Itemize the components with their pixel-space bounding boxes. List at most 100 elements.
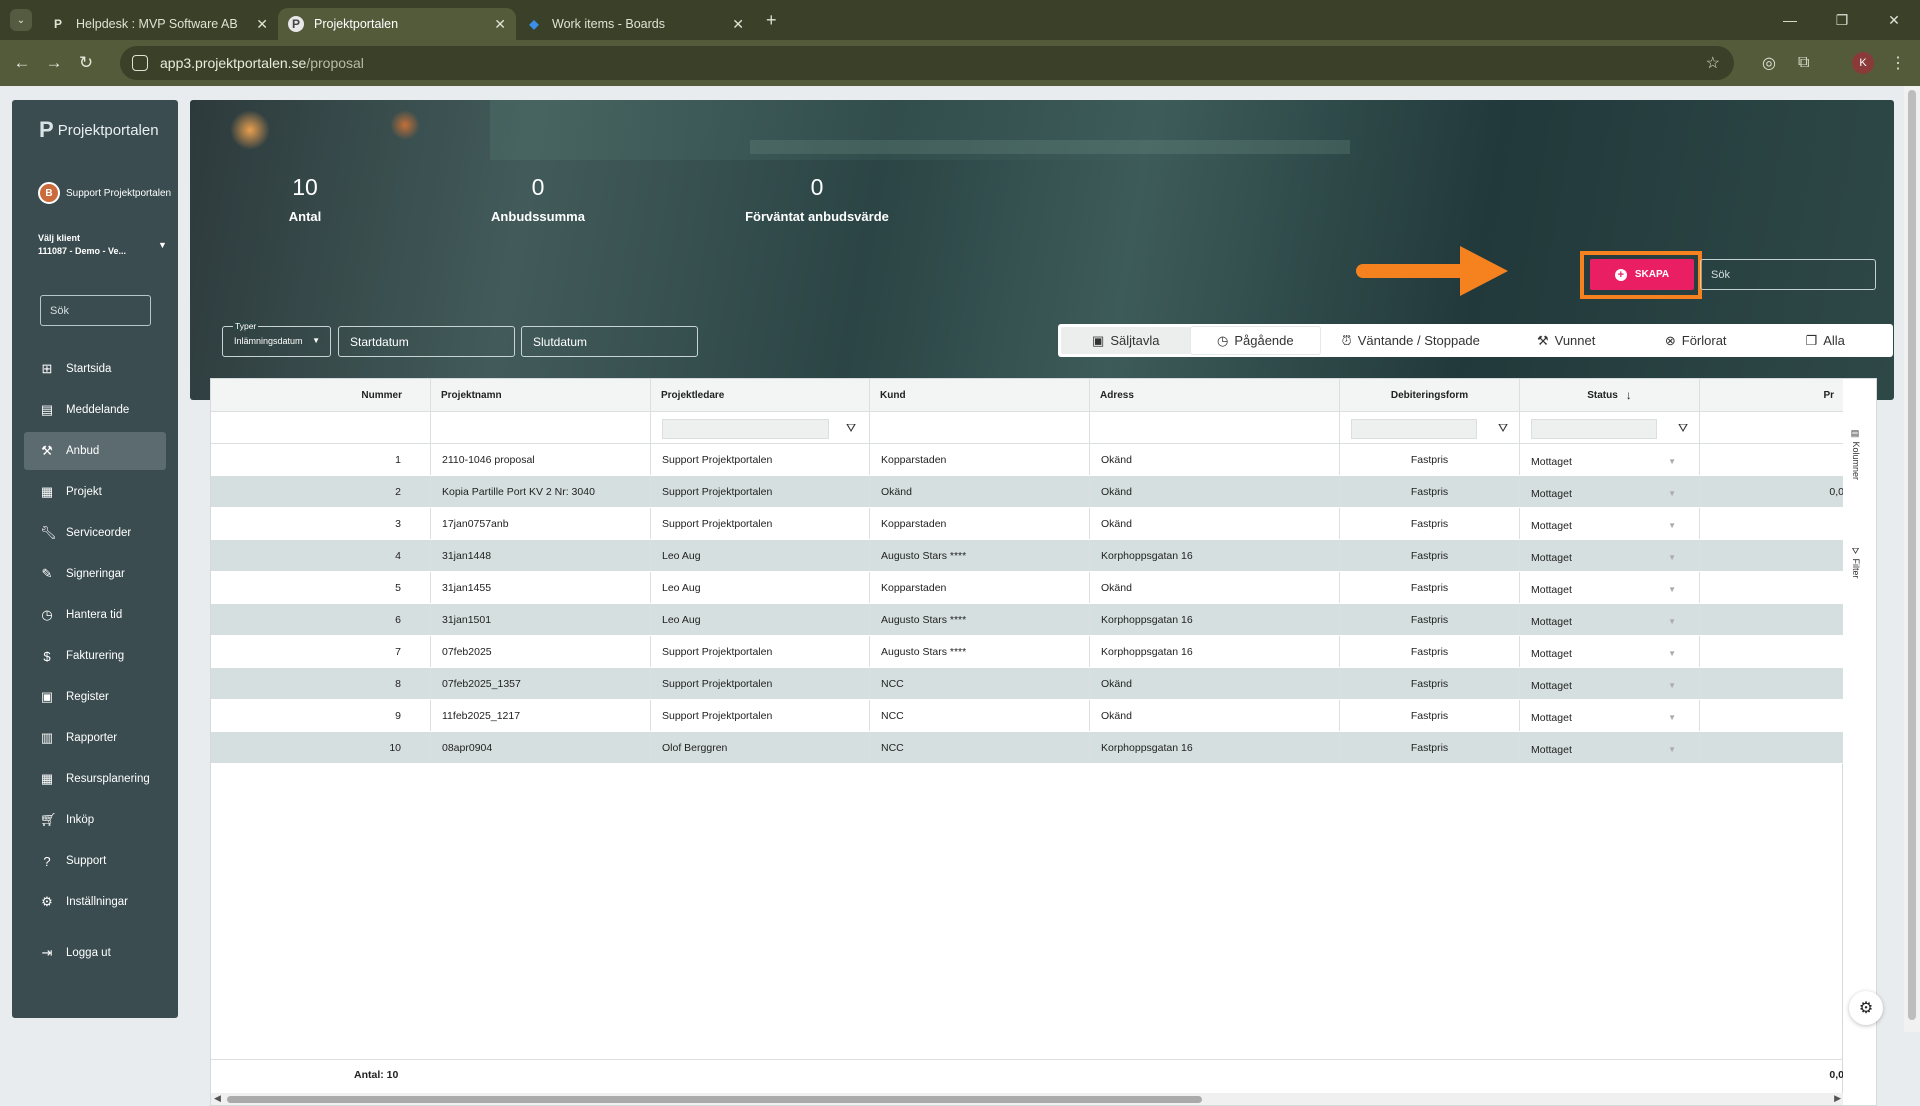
address-bar[interactable]: app3.projektportalen.se/proposal ☆ — [120, 46, 1734, 80]
scroll-left-icon[interactable]: ◀ — [214, 1093, 221, 1104]
tab-vantande[interactable]: ⏰︎ Väntande / Stoppade — [1320, 327, 1501, 354]
sidebar-item-fakturering[interactable]: $ Fakturering — [24, 637, 166, 675]
cell-status[interactable]: Mottaget ▼ — [1520, 604, 1700, 635]
tab-saljtavla[interactable]: ▣ Säljtavla — [1061, 327, 1191, 354]
column-header-kund[interactable]: Kund — [870, 379, 1090, 411]
cell-status[interactable]: Mottaget ▼ — [1520, 668, 1700, 699]
cell-status[interactable]: Mottaget ▼ — [1520, 540, 1700, 571]
table-row[interactable]: 1 2110-1046 proposal Support Projektportal… — [211, 444, 1844, 476]
start-date-input[interactable]: Startdatum — [338, 326, 515, 357]
scrollbar-thumb[interactable] — [1908, 90, 1916, 1020]
column-header-projektledare[interactable]: Projektledare — [651, 379, 870, 411]
filter-side-tab[interactable]: ⛛ Filter — [1851, 547, 1861, 579]
table-row[interactable]: 4 31jan1448 Leo Aug Augusto Stars **** Korph… — [211, 540, 1844, 572]
site-info-icon[interactable] — [132, 55, 148, 71]
sidebar-item-register[interactable]: ▣ Register — [24, 678, 166, 716]
horizontal-scrollbar[interactable]: ◀ ▶ — [211, 1093, 1844, 1105]
browser-menu-icon[interactable]: ⋮ — [1890, 40, 1906, 86]
tab-pagaende[interactable]: ◷ Pågående — [1190, 327, 1321, 354]
cell-status[interactable]: Mottaget ▼ — [1520, 444, 1700, 475]
back-arrow-icon[interactable]: ← — [6, 53, 38, 73]
table-row[interactable]: 8 07feb2025_1357 Support Projektportalen NC… — [211, 668, 1844, 700]
sidebar-item-resursplanering[interactable]: ▦ Resursplanering — [24, 760, 166, 798]
table-row[interactable]: 9 11feb2025_1217 Support Projektportalen NC… — [211, 700, 1844, 732]
cell-status[interactable]: Mottaget ▼ — [1520, 700, 1700, 731]
tab-alla[interactable]: ❐ Alla — [1760, 327, 1890, 354]
sidebar-item-rapporter[interactable]: ▥ Rapporter — [24, 719, 166, 757]
cell-status[interactable]: Mottaget ▼ — [1520, 476, 1700, 507]
search-input[interactable]: Sök — [1700, 259, 1876, 290]
debiteringsform-filter-input[interactable] — [1351, 419, 1477, 439]
sidebar-item-signeringar[interactable]: ✎ Signeringar — [24, 555, 166, 593]
type-select[interactable]: Typer Inlämningsdatum ▼ — [222, 321, 331, 357]
logout-button[interactable]: ⇥ Logga ut — [24, 934, 166, 972]
page-scrollbar[interactable] — [1904, 86, 1920, 1032]
reload-icon[interactable]: ↻ — [70, 53, 102, 73]
cell-text: Support Projektportalen — [662, 677, 773, 690]
cell-status[interactable]: Mottaget ▼ — [1520, 508, 1700, 539]
browser-tab-work-items[interactable]: ◆ Work items - Boards ✕ — [516, 8, 754, 40]
column-header-nummer[interactable]: Nummer — [211, 379, 431, 411]
status-filter-input[interactable] — [1531, 419, 1657, 439]
column-header-projektnamn[interactable]: Projektnamn — [431, 379, 651, 411]
scroll-right-icon[interactable]: ▶ — [1834, 1093, 1841, 1104]
sidebar-search-input[interactable]: Sök — [40, 295, 151, 326]
caret-down-icon: ▼ — [1668, 617, 1676, 626]
projektledare-filter-input[interactable] — [662, 419, 829, 439]
puzzle-extensions-icon[interactable]: ⧉ — [1798, 40, 1809, 86]
table-row[interactable]: 7 07feb2025 Support Projektportalen Augusto… — [211, 636, 1844, 668]
sidebar-item-installningar[interactable]: ⚙ Inställningar — [24, 883, 166, 921]
new-tab-plus-icon[interactable]: + — [766, 10, 777, 31]
sidebar-item-hantera-tid[interactable]: ◷ Hantera tid — [24, 596, 166, 634]
sidebar-item-anbud[interactable]: ⚒ Anbud — [24, 432, 166, 470]
browser-tab-helpdesk[interactable]: P Helpdesk : MVP Software AB ✕ — [40, 8, 278, 40]
browser-tab-projektportalen[interactable]: P Projektportalen ✕ — [278, 8, 516, 40]
filter-icon[interactable]: ⛛ — [846, 421, 856, 436]
logo-p-icon: P — [39, 117, 54, 142]
forward-arrow-icon[interactable]: → — [38, 53, 70, 73]
filter-icon[interactable]: ⛛ — [1498, 421, 1508, 436]
restore-icon[interactable]: ❐ — [1816, 12, 1868, 29]
cell-status[interactable]: Mottaget ▼ — [1520, 732, 1700, 763]
app-logo[interactable]: P Projektportalen — [39, 117, 159, 143]
cell-pr — [1700, 444, 1844, 475]
sidebar-item-serviceorder[interactable]: 🔧︎ Serviceorder — [24, 514, 166, 552]
close-icon[interactable]: ✕ — [256, 16, 268, 33]
client-select[interactable]: Välj klient 111087 - Demo - Ve... ▼ — [38, 232, 167, 258]
sidebar-item-projekt[interactable]: ▦ Projekt — [24, 473, 166, 511]
column-header-adress[interactable]: Adress — [1090, 379, 1340, 411]
sidebar-item-inkop[interactable]: 🛒︎ Inköp — [24, 801, 166, 839]
create-button[interactable]: + SKAPA — [1590, 259, 1694, 290]
user-profile[interactable]: B Support Projektportalen — [38, 182, 171, 204]
sidebar-item-label: Register — [66, 691, 109, 703]
column-header-debiteringsform[interactable]: Debiteringsform — [1340, 379, 1520, 411]
extension-icon[interactable]: ◎ — [1762, 40, 1776, 86]
table-row[interactable]: 10 08apr0904 Olof Berggren NCC Korphoppsgata… — [211, 732, 1844, 764]
column-header-status[interactable]: Status ↓ — [1520, 379, 1700, 411]
filter-icon[interactable]: ⛛ — [1678, 421, 1688, 436]
tab-search-chevron-icon[interactable]: ⌄ — [10, 9, 32, 31]
table-row[interactable]: 3 17jan0757anb Support Projektportalen Kopp… — [211, 508, 1844, 540]
table-row[interactable]: 2 Kopia Partille Port KV 2 Nr: 3040 Suppor… — [211, 476, 1844, 508]
cell-status[interactable]: Mottaget ▼ — [1520, 636, 1700, 667]
window-close-icon[interactable]: ✕ — [1868, 12, 1920, 29]
sidebar-item-meddelande[interactable]: ▤ Meddelande — [24, 391, 166, 429]
table-row[interactable]: 6 31jan1501 Leo Aug Augusto Stars **** Korph… — [211, 604, 1844, 636]
columns-side-tab[interactable]: ▤ Kolumner — [1851, 429, 1861, 480]
cell-status[interactable]: Mottaget ▼ — [1520, 572, 1700, 603]
profile-avatar[interactable]: K — [1852, 52, 1874, 74]
minimize-icon[interactable]: — — [1764, 12, 1816, 28]
bookmark-star-icon[interactable]: ☆ — [1706, 53, 1720, 73]
sidebar-item-startsida[interactable]: ⊞ Startsida — [24, 350, 166, 388]
scrollbar-thumb[interactable] — [227, 1096, 1202, 1103]
settings-gear-button[interactable]: ⚙ — [1849, 991, 1883, 1025]
end-date-input[interactable]: Slutdatum — [521, 326, 698, 357]
close-icon[interactable]: ✕ — [732, 16, 744, 33]
tab-vunnet[interactable]: ⚒ Vunnet — [1501, 327, 1631, 354]
close-icon[interactable]: ✕ — [494, 16, 506, 33]
filter-icon: ⛛ — [1851, 547, 1861, 559]
sidebar-item-support[interactable]: ? Support — [24, 842, 166, 880]
column-header-pr[interactable]: Pr — [1700, 379, 1844, 411]
tab-forlorat[interactable]: ⊗ Förlorat — [1631, 327, 1761, 354]
table-row[interactable]: 5 31jan1455 Leo Aug Kopparstaden Okänd Fastpr… — [211, 572, 1844, 604]
